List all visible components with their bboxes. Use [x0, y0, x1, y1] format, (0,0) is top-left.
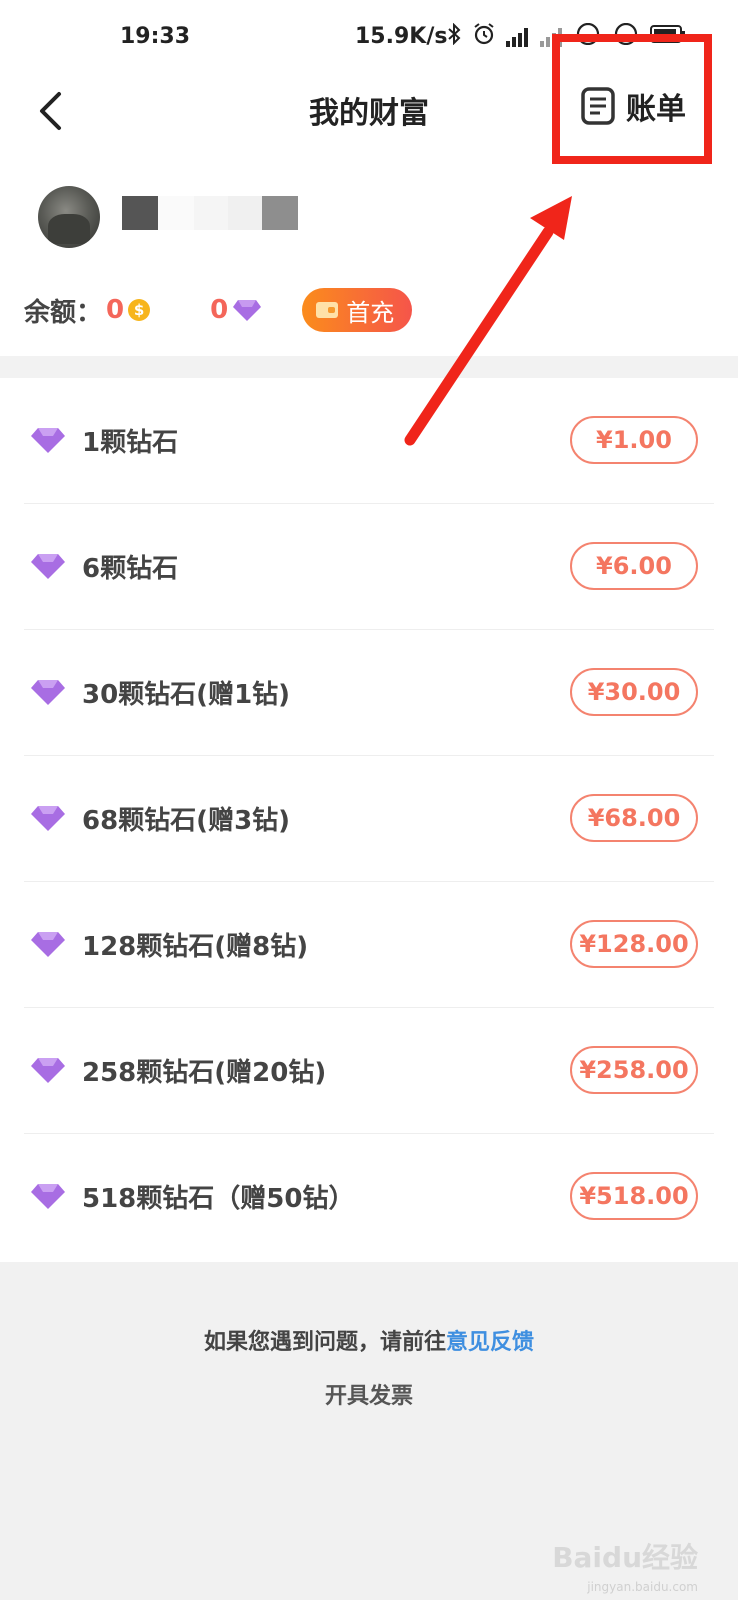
invoice-link[interactable]: 开具发票 — [0, 1378, 738, 1410]
diamond-icon — [31, 932, 65, 957]
package-row[interactable]: 258颗钻石(赠20钻) ¥258.00 — [24, 1008, 714, 1134]
price-button[interactable]: ¥1.00 — [570, 416, 698, 464]
package-row[interactable]: 68颗钻石(赠3钻) ¥68.00 — [24, 756, 714, 882]
first-charge-button[interactable]: 首充 — [302, 288, 413, 332]
price-button[interactable]: ¥258.00 — [570, 1046, 698, 1094]
wallet-icon — [316, 302, 339, 318]
package-name: 68颗钻石(赠3钻) — [82, 806, 291, 836]
footer-area: 如果您遇到问题，请前往意见反馈 开具发票 Baidu经验 jingyan.bai… — [0, 1262, 738, 1600]
package-name: 30颗钻石(赠1钻) — [82, 680, 291, 710]
diamond-icon — [31, 428, 65, 453]
annotation-highlight-box — [552, 34, 712, 164]
help-text: 如果您遇到问题，请前往 — [203, 1330, 446, 1355]
package-name: 1颗钻石 — [82, 428, 179, 458]
avatar[interactable] — [38, 186, 100, 248]
price-button[interactable]: ¥68.00 — [570, 794, 698, 842]
diamond-icon — [31, 554, 65, 579]
package-name: 6颗钻石 — [82, 554, 179, 584]
package-name: 128颗钻石(赠8钻) — [82, 932, 309, 962]
alarm-icon — [472, 22, 496, 52]
watermark-url: jingyan.baidu.com — [587, 1580, 698, 1594]
diamond-icon — [31, 1058, 65, 1083]
diamond-icon — [31, 1184, 65, 1209]
diamond-icon — [31, 806, 65, 831]
balance-label: 余额： — [24, 297, 103, 328]
signal-icon — [506, 27, 530, 47]
package-row[interactable]: 30颗钻石(赠1钻) ¥30.00 — [24, 630, 714, 756]
package-name: 518颗钻石（赠50钻） — [82, 1184, 355, 1214]
bluetooth-icon — [446, 22, 462, 51]
package-row[interactable]: 128颗钻石(赠8钻) ¥128.00 — [24, 882, 714, 1008]
price-button[interactable]: ¥128.00 — [570, 920, 698, 968]
diamond-balance: 0 — [210, 295, 229, 325]
section-divider — [0, 356, 738, 378]
balance-row: 余额： 0 $ 0 首充 — [24, 288, 413, 332]
watermark-logo: Baidu经验 — [552, 1541, 698, 1574]
package-name: 258颗钻石(赠20钻) — [82, 1058, 327, 1088]
package-row[interactable]: 1颗钻石 ¥1.00 — [24, 378, 714, 504]
coin-balance: 0 — [106, 295, 125, 325]
feedback-link[interactable]: 意见反馈 — [446, 1330, 534, 1355]
username-redacted — [122, 196, 298, 230]
first-charge-label: 首充 — [346, 298, 395, 327]
package-row[interactable]: 518颗钻石（赠50钻） ¥518.00 — [24, 1134, 714, 1260]
status-time: 19:33 — [120, 24, 191, 49]
coin-icon: $ — [128, 299, 151, 321]
help-line: 如果您遇到问题，请前往意见反馈 — [0, 1324, 738, 1356]
package-list: 1颗钻石 ¥1.00 6颗钻石 ¥6.00 30颗钻石(赠1钻) ¥30.00 … — [0, 378, 738, 1260]
diamond-icon — [233, 300, 262, 321]
price-button[interactable]: ¥518.00 — [570, 1172, 698, 1220]
price-button[interactable]: ¥30.00 — [570, 668, 698, 716]
price-button[interactable]: ¥6.00 — [570, 542, 698, 590]
diamond-icon — [31, 680, 65, 705]
network-speed: 15.9K/s — [355, 24, 448, 49]
package-row[interactable]: 6颗钻石 ¥6.00 — [24, 504, 714, 630]
